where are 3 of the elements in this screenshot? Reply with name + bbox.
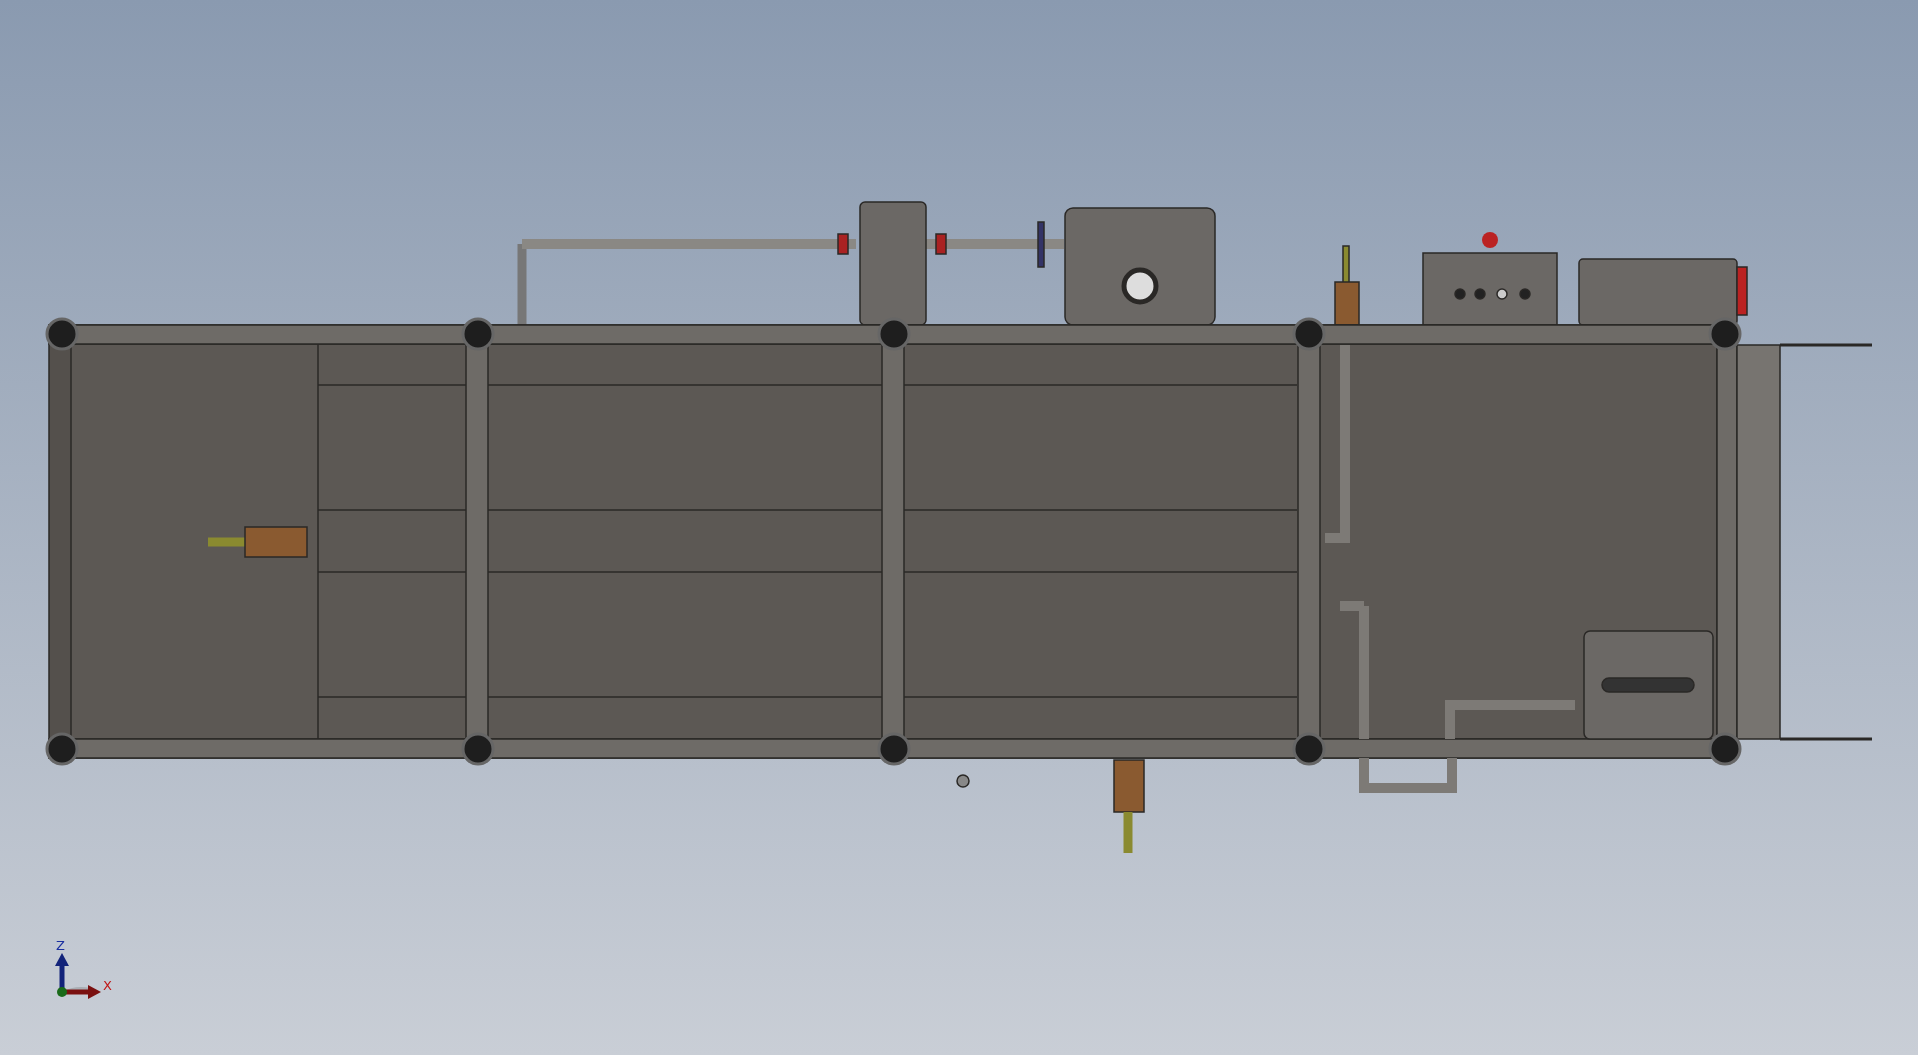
axis-triad-icon — [55, 953, 101, 999]
axis-label: Z — [56, 938, 65, 953]
axis-label: X — [103, 978, 112, 993]
